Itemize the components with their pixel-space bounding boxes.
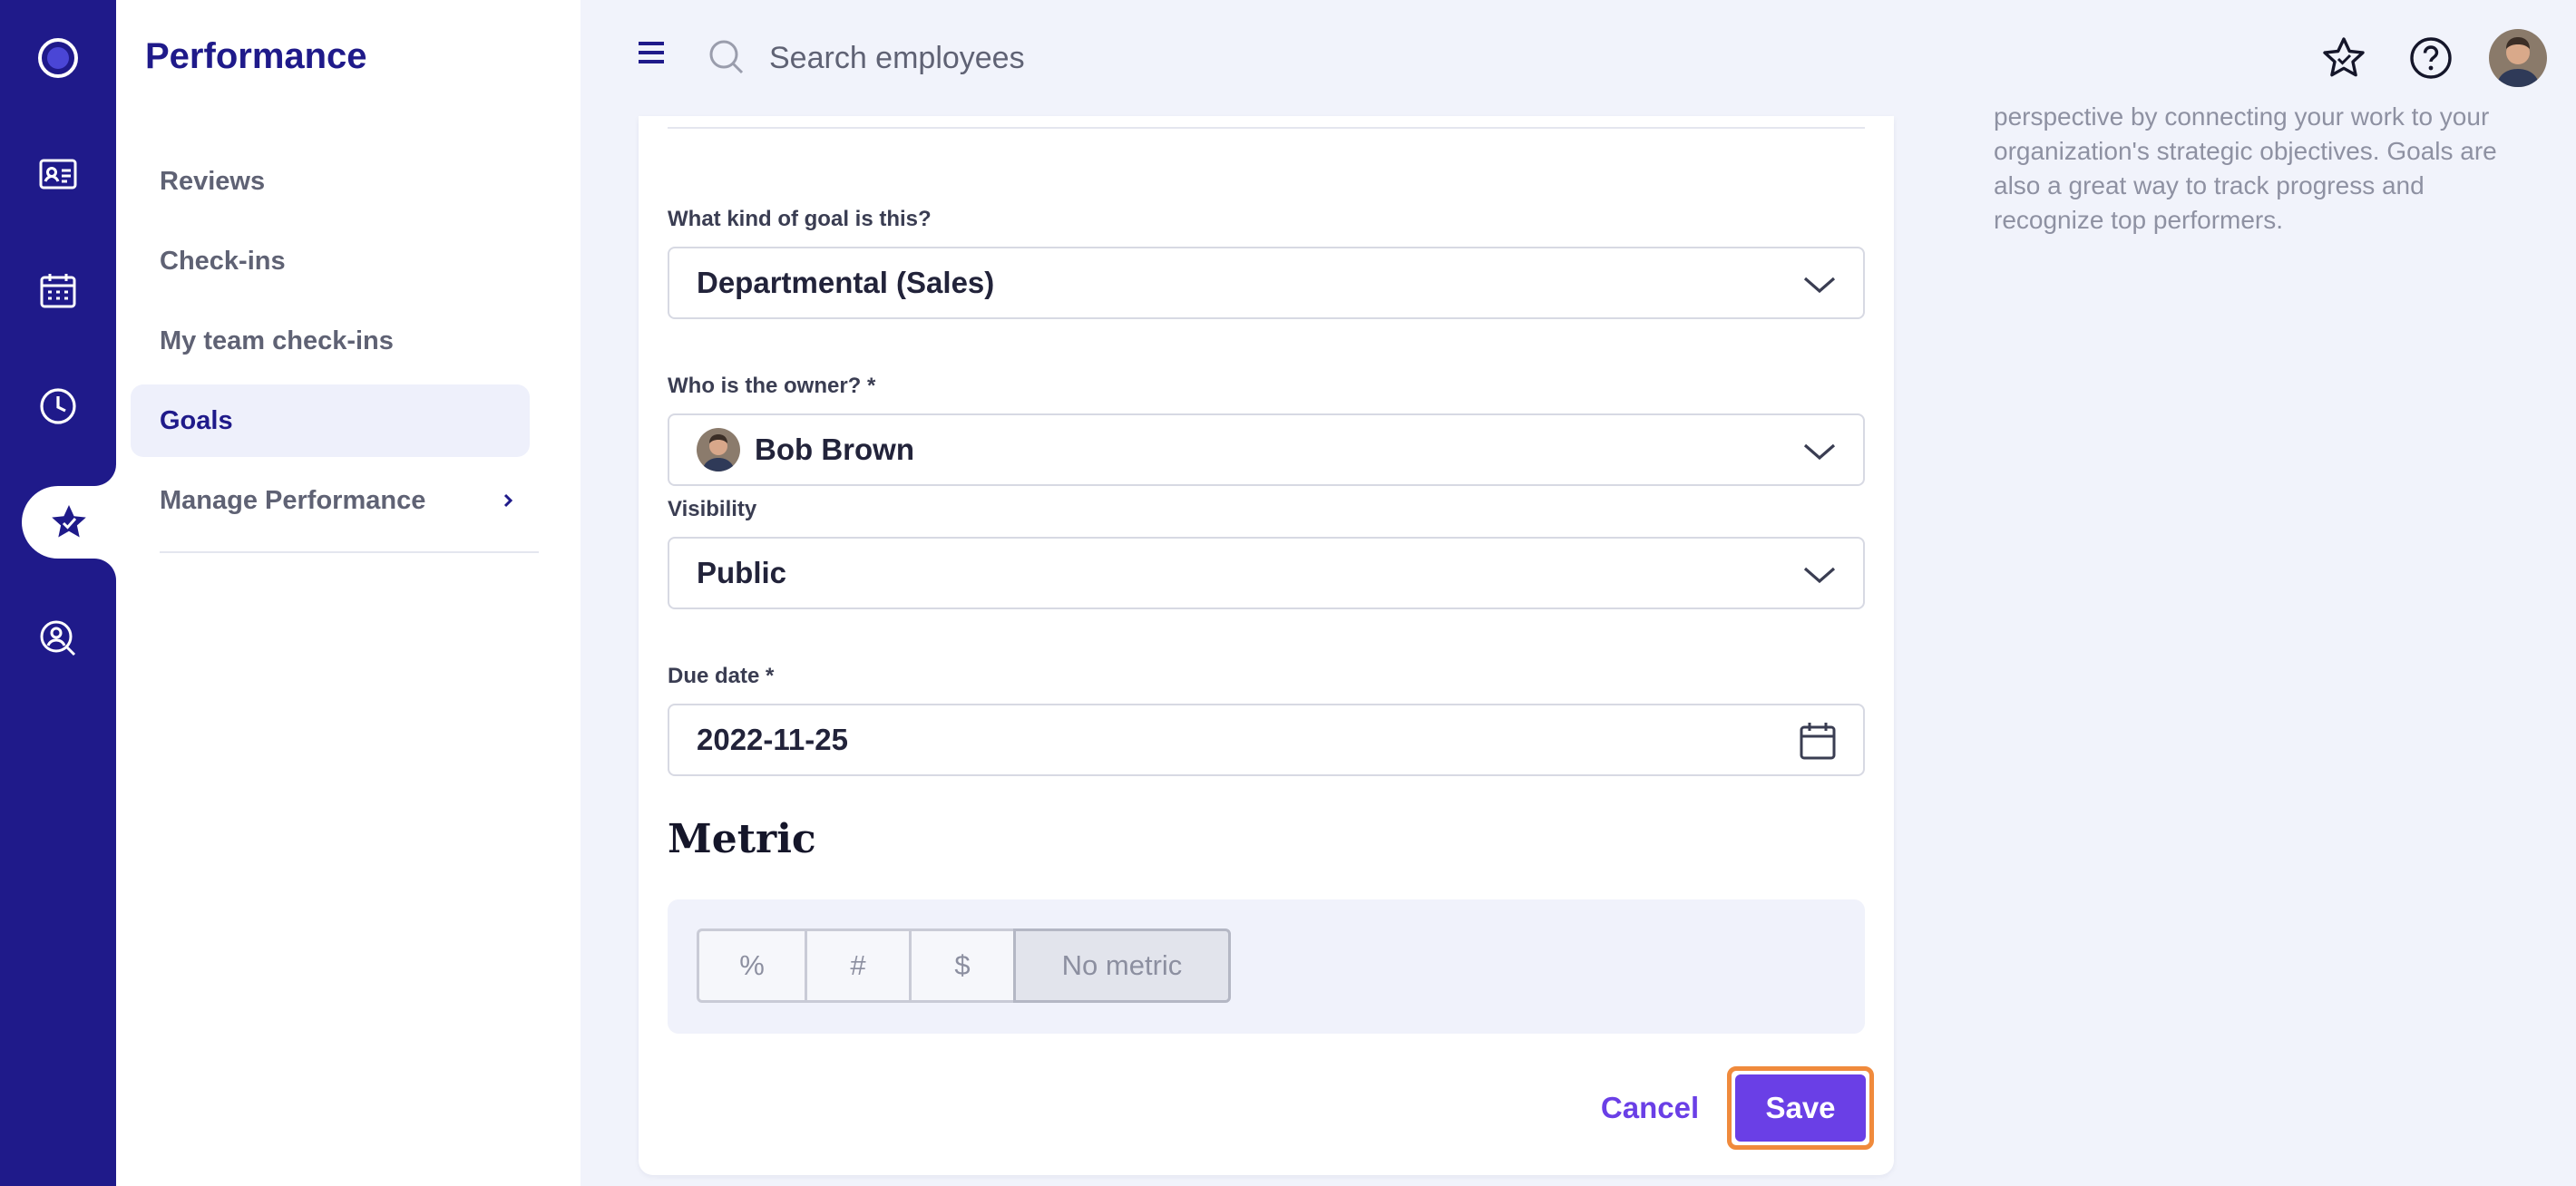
visibility-value: Public (697, 556, 787, 589)
metric-option-currency[interactable]: $ (909, 928, 1016, 1003)
due-date-field[interactable]: 2022-11-25 (668, 704, 1865, 776)
menu-icon[interactable] (635, 36, 668, 69)
sidebar-item-manage-performance[interactable]: Manage Performance (131, 464, 530, 537)
owner-label: Who is the owner? * (668, 374, 876, 398)
chevron-down-icon (1803, 277, 1836, 294)
sidebar-item-my-team-check-ins[interactable]: My team check-ins (131, 305, 530, 377)
help-line: also a great way to track progress and (1994, 171, 2425, 199)
goal-kind-value: Departmental (Sales) (697, 266, 995, 299)
metric-option-no-metric[interactable]: No metric (1013, 928, 1231, 1003)
goal-kind-label: What kind of goal is this? (668, 207, 932, 231)
help-line: perspective by connecting your work to y… (1994, 102, 2490, 131)
sidebar-item-label: My team check-ins (160, 326, 394, 355)
visibility-select[interactable]: Public (668, 537, 1865, 609)
owner-value: Bob Brown (755, 433, 914, 466)
owner-avatar (697, 428, 740, 471)
sidebar-item-label: Goals (160, 405, 233, 435)
search-person-icon[interactable] (0, 602, 116, 675)
due-date-value: 2022-11-25 (697, 723, 848, 756)
help-line: organization's strategic objectives. Goa… (1994, 137, 2497, 165)
sidebar-nav: Reviews Check-ins My team check-ins Goal… (131, 145, 530, 544)
goal-kind-select[interactable]: Departmental (Sales) (668, 247, 1865, 319)
sidebar-item-check-ins[interactable]: Check-ins (131, 225, 530, 297)
sidebar-item-label: Check-ins (160, 246, 286, 276)
chevron-down-icon (1803, 443, 1836, 461)
top-bar (581, 0, 2576, 116)
card-divider (668, 127, 1865, 129)
goal-help-text: perspective by connecting your work to y… (1994, 100, 2556, 238)
sidebar-item-reviews[interactable]: Reviews (131, 145, 530, 218)
sidebar-item-label: Manage Performance (160, 485, 426, 515)
chevron-right-icon (503, 493, 513, 508)
visibility-label: Visibility (668, 497, 757, 521)
clock-icon[interactable] (0, 370, 116, 442)
metric-option-percent[interactable]: % (697, 928, 807, 1003)
due-date-label: Due date * (668, 664, 775, 688)
metric-heading: Metric (668, 816, 816, 862)
save-button[interactable]: Save (1735, 1074, 1866, 1142)
help-line: recognize top performers. (1994, 206, 2284, 234)
calendar-icon[interactable] (0, 254, 116, 326)
sidebar-title: Performance (145, 36, 367, 76)
cancel-button[interactable]: Cancel (1589, 1075, 1711, 1141)
chevron-down-icon (1803, 567, 1836, 584)
help-icon[interactable] (2407, 34, 2454, 82)
sidebar-divider (160, 551, 539, 553)
owner-select[interactable]: Bob Brown (668, 413, 1865, 486)
performance-sidebar: Performance Reviews Check-ins My team ch… (116, 0, 581, 1186)
metric-option-number[interactable]: # (805, 928, 912, 1003)
sidebar-item-label: Reviews (160, 166, 266, 196)
sidebar-item-goals[interactable]: Goals (131, 384, 530, 457)
performance-star-icon[interactable] (22, 486, 116, 559)
metric-panel: % # $ No metric (668, 899, 1865, 1034)
logo-icon[interactable] (0, 22, 116, 94)
star-icon[interactable] (2320, 34, 2367, 82)
search-input[interactable] (769, 27, 1404, 89)
search-icon (709, 40, 744, 74)
user-avatar[interactable] (2489, 29, 2547, 87)
app-rail (0, 0, 116, 1186)
id-card-icon[interactable] (0, 138, 116, 210)
goal-form-card: What kind of goal is this? Departmental … (639, 116, 1894, 1175)
calendar-icon[interactable] (1798, 720, 1838, 762)
